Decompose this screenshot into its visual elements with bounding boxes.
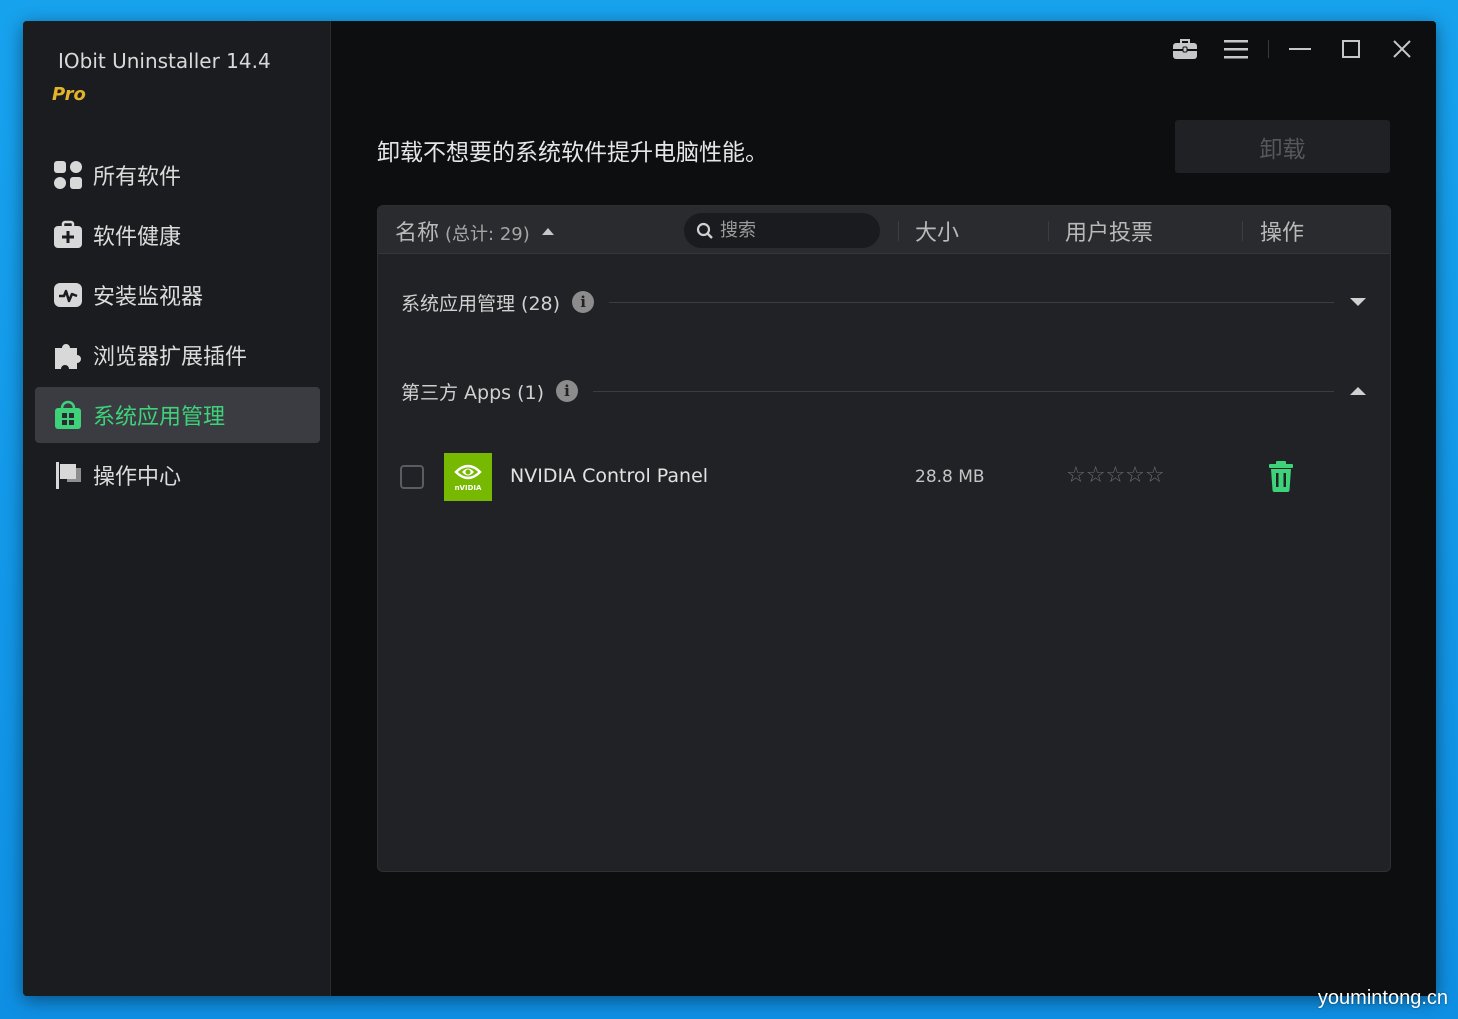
name-column-label: 名称 (395, 221, 440, 246)
sidebar-item-label: 软件健康 (93, 225, 182, 250)
collapse-icon[interactable] (1350, 387, 1366, 395)
search-icon (696, 222, 713, 239)
app-edition-badge: Pro (52, 84, 86, 105)
grid-apps-icon (52, 159, 84, 191)
sidebar-item-install-monitor[interactable]: 安装监视器 (35, 267, 320, 323)
sidebar-item-label: 浏览器扩展插件 (93, 345, 248, 370)
app-window: IObit Uninstaller 14.4 Pro 所有软件 软件健康 安装监… (23, 21, 1436, 996)
uninstall-button[interactable]: 卸载 (1175, 120, 1390, 173)
puzzle-icon (52, 339, 84, 371)
app-name: NVIDIA Control Panel (510, 465, 709, 487)
header-divider (1048, 221, 1049, 241)
title-bar-divider (1268, 40, 1269, 58)
rating-stars[interactable]: ☆☆☆☆☆ (1066, 463, 1167, 488)
info-icon[interactable]: i (572, 291, 595, 313)
group-label: 系统应用管理 (28) (401, 292, 561, 315)
search-box[interactable] (684, 213, 880, 248)
sidebar-item-system-apps[interactable]: 系统应用管理 (35, 387, 320, 443)
sidebar-item-all-software[interactable]: 所有软件 (35, 147, 320, 203)
sidebar: IObit Uninstaller 14.4 Pro 所有软件 软件健康 安装监… (23, 21, 331, 996)
expand-icon[interactable] (1350, 298, 1366, 306)
sidebar-item-browser-extensions[interactable]: 浏览器扩展插件 (35, 327, 320, 383)
size-column-header[interactable]: 大小 (915, 215, 959, 247)
row-checkbox[interactable] (400, 465, 424, 489)
apps-table: 名称(总计: 29) 大小 用户投票 操作 系统应用管理 (28) i (377, 205, 1391, 872)
title-bar-controls (1154, 35, 1422, 63)
watermark: youmintong.cn (1317, 987, 1448, 1009)
group-label: 第三方 Apps (1) (401, 381, 545, 404)
nvidia-logo: nVIDIA (444, 453, 492, 501)
total-count: (总计: 29) (445, 224, 530, 245)
page-title: 卸载不想要的系统软件提升电脑性能。 (377, 140, 768, 166)
maximize-icon[interactable] (1331, 35, 1371, 63)
app-title: IObit Uninstaller 14.4 (58, 49, 271, 73)
sidebar-item-label: 安装监视器 (93, 285, 204, 310)
nvidia-eye-icon (454, 464, 482, 480)
sidebar-item-label: 系统应用管理 (93, 405, 226, 430)
header-divider (898, 221, 899, 241)
header-divider (1242, 221, 1243, 241)
table-row[interactable]: nVIDIA NVIDIA Control Panel 28.8 MB ☆☆☆☆… (400, 452, 1390, 502)
rating-column-header[interactable]: 用户投票 (1065, 215, 1153, 247)
menu-icon[interactable] (1216, 35, 1256, 63)
first-aid-kit-icon (52, 219, 84, 251)
group-divider (609, 301, 1334, 303)
action-column-header: 操作 (1260, 221, 1305, 246)
flag-icon (52, 459, 84, 491)
minimize-icon[interactable] (1280, 35, 1320, 63)
sidebar-item-label: 所有软件 (93, 165, 182, 190)
windows-store-icon (52, 399, 84, 431)
trash-icon[interactable] (1268, 460, 1294, 496)
sort-ascending-icon[interactable] (541, 227, 554, 235)
group-system-apps[interactable]: 系统应用管理 (28) i (401, 287, 1366, 317)
table-header: 名称(总计: 29) 大小 用户投票 操作 (378, 206, 1390, 254)
group-third-party-apps[interactable]: 第三方 Apps (1) i (401, 376, 1366, 406)
search-input[interactable] (720, 220, 860, 241)
main-content: 卸载不想要的系统软件提升电脑性能。 卸载 名称(总计: 29) 大小 用户投票 … (332, 21, 1436, 996)
close-icon[interactable] (1382, 35, 1422, 63)
toolbox-icon[interactable] (1165, 35, 1205, 63)
star-rating-icon[interactable]: ☆☆☆☆☆ (1066, 463, 1165, 488)
name-column-header[interactable]: 名称 (总计: 29) (395, 215, 554, 247)
sidebar-item-label: 操作中心 (93, 465, 182, 490)
sidebar-item-software-health[interactable]: 软件健康 (35, 207, 320, 263)
group-divider (593, 390, 1334, 392)
sidebar-nav: 所有软件 软件健康 安装监视器 浏览器扩展插件 系统应用管理 操作中心 (35, 147, 320, 507)
sidebar-item-action-center[interactable]: 操作中心 (35, 447, 320, 503)
info-icon[interactable]: i (556, 380, 579, 402)
monitor-pulse-icon (52, 279, 84, 311)
app-size: 28.8 MB (915, 467, 985, 487)
nvidia-logo-text: nVIDIA (454, 484, 482, 492)
